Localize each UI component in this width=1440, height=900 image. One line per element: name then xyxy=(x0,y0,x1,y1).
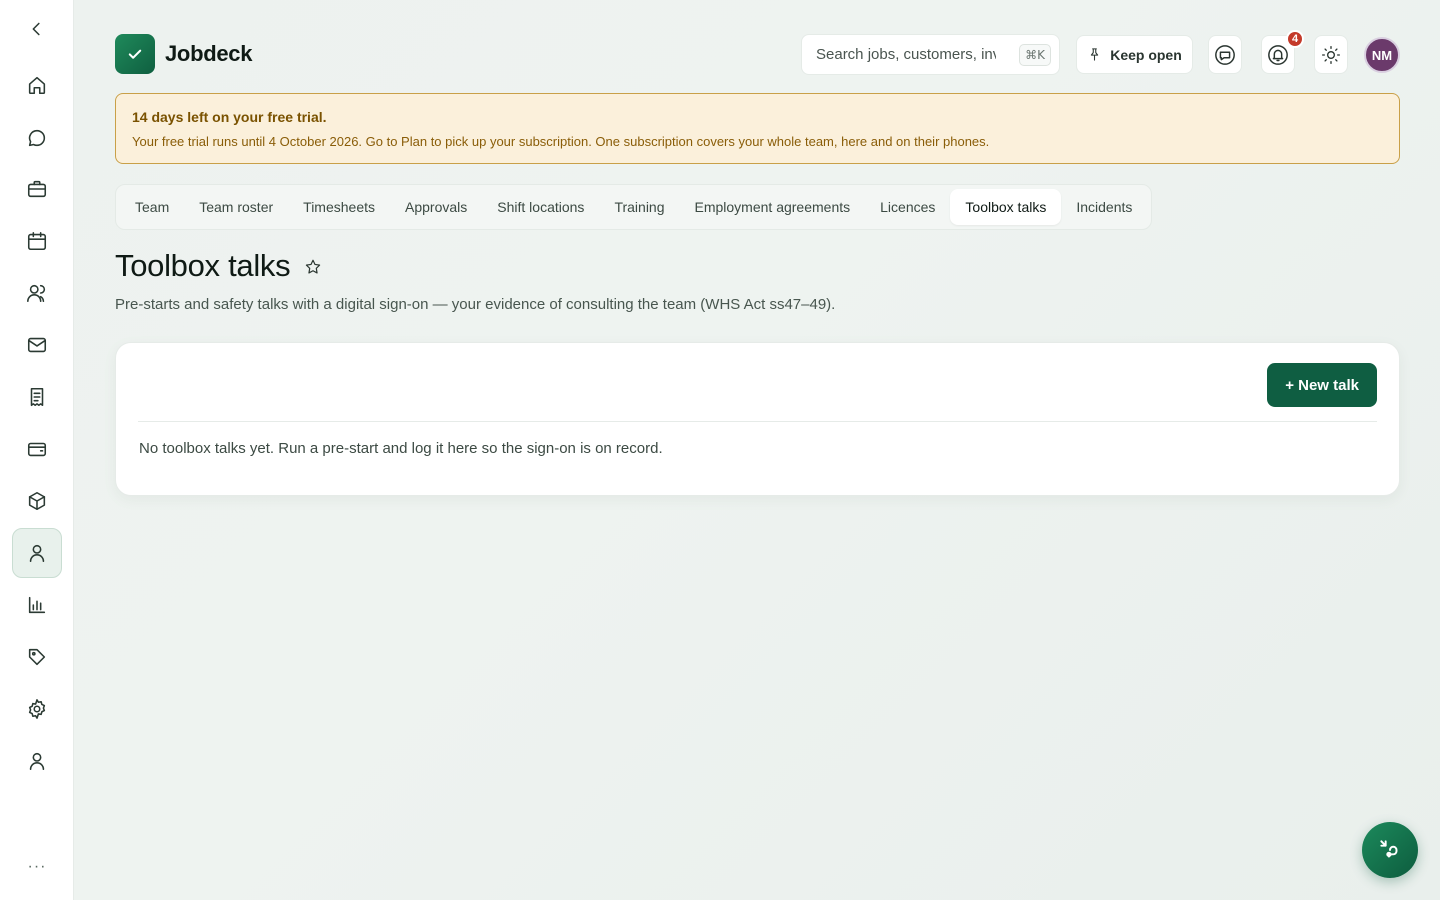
home-icon xyxy=(28,76,46,95)
empty-state-message: No toolbox talks yet. Run a pre-start an… xyxy=(139,440,663,457)
check-icon xyxy=(128,49,142,59)
tab-toolbox-talks[interactable]: Toolbox talks xyxy=(950,189,1062,225)
global-search[interactable]: ⌘K xyxy=(801,34,1060,75)
sidebar-item-inventory[interactable] xyxy=(12,476,62,526)
mail-icon xyxy=(27,337,47,353)
wallet-icon xyxy=(27,442,47,457)
assistant-fab-button[interactable] xyxy=(1362,822,1418,878)
tab-employment-agreements[interactable]: Employment agreements xyxy=(680,189,866,225)
gear-icon xyxy=(28,699,46,719)
sidebar-item-jobs[interactable] xyxy=(12,164,62,214)
sidebar-item-mail[interactable] xyxy=(12,320,62,370)
tab-approvals[interactable]: Approvals xyxy=(390,189,482,225)
sidebar-item-messages[interactable] xyxy=(12,113,62,163)
toolbox-talks-card: + New talk No toolbox talks yet. Run a p… xyxy=(115,342,1400,496)
pin-icon xyxy=(1091,48,1099,61)
team-section-tabs: Team Team roster Timesheets Approvals Sh… xyxy=(115,184,1153,230)
sidebar: ··· xyxy=(0,0,74,900)
tab-timesheets[interactable]: Timesheets xyxy=(288,189,390,225)
sidebar-item-calendar[interactable] xyxy=(12,216,62,266)
sidebar-item-payments[interactable] xyxy=(12,424,62,474)
new-talk-button[interactable]: + New talk xyxy=(1267,363,1377,407)
logo-mark xyxy=(115,34,155,74)
tab-team-roster[interactable]: Team roster xyxy=(184,189,288,225)
search-input[interactable] xyxy=(816,46,996,63)
sidebar-item-pricing[interactable] xyxy=(12,632,62,682)
sidebar-item-settings[interactable] xyxy=(12,684,62,734)
collapse-sidebar-button[interactable] xyxy=(12,4,62,54)
page-title: Toolbox talks xyxy=(115,248,291,283)
tab-licences[interactable]: Licences xyxy=(865,189,950,225)
chevron-left-icon xyxy=(32,22,40,36)
bell-icon xyxy=(1268,44,1288,65)
trial-banner: 14 days left on your free trial. Your fr… xyxy=(115,93,1400,164)
page-subtitle: Pre-starts and safety talks with a digit… xyxy=(115,296,836,313)
messages-button[interactable] xyxy=(1208,35,1242,74)
assistant-icon xyxy=(1380,840,1398,858)
notification-count-badge: 4 xyxy=(1286,30,1304,48)
tag-icon xyxy=(28,648,46,666)
keep-open-button[interactable]: Keep open xyxy=(1076,35,1193,74)
chart-icon xyxy=(28,596,46,614)
sidebar-item-invoices[interactable] xyxy=(12,372,62,422)
team-icon xyxy=(27,284,46,303)
sidebar-item-home[interactable] xyxy=(12,60,62,110)
card-divider xyxy=(138,421,1377,422)
receipt-icon xyxy=(30,387,44,407)
box-icon xyxy=(28,491,46,511)
search-shortcut-hint: ⌘K xyxy=(1019,43,1051,66)
tab-training[interactable]: Training xyxy=(599,189,679,225)
user-icon xyxy=(29,752,45,771)
app-logo[interactable]: Jobdeck xyxy=(115,34,252,74)
user-avatar[interactable]: NM xyxy=(1364,37,1400,73)
star-icon xyxy=(305,259,321,274)
keep-open-label: Keep open xyxy=(1110,46,1182,63)
app-name: Jobdeck xyxy=(165,41,253,66)
theme-toggle-button[interactable] xyxy=(1314,35,1348,74)
tab-shift-locations[interactable]: Shift locations xyxy=(482,189,599,225)
tab-incidents[interactable]: Incidents xyxy=(1061,189,1147,225)
sidebar-item-account[interactable] xyxy=(12,736,62,786)
chat-icon xyxy=(28,129,46,147)
sidebar-item-team[interactable] xyxy=(12,528,62,578)
briefcase-icon xyxy=(27,180,47,198)
message-bubble-icon xyxy=(1215,44,1235,65)
calendar-icon xyxy=(27,231,47,251)
trial-banner-title: 14 days left on your free trial. xyxy=(132,109,327,125)
trial-banner-body: Your free trial runs until 4 October 202… xyxy=(132,134,990,149)
favorite-button[interactable] xyxy=(304,258,322,276)
sidebar-item-customers[interactable] xyxy=(12,268,62,318)
sun-icon xyxy=(1322,45,1340,64)
more-menu-button[interactable]: ··· xyxy=(0,858,74,876)
tab-team[interactable]: Team xyxy=(120,189,184,225)
sidebar-item-reports[interactable] xyxy=(12,580,62,630)
person-icon xyxy=(29,544,45,563)
